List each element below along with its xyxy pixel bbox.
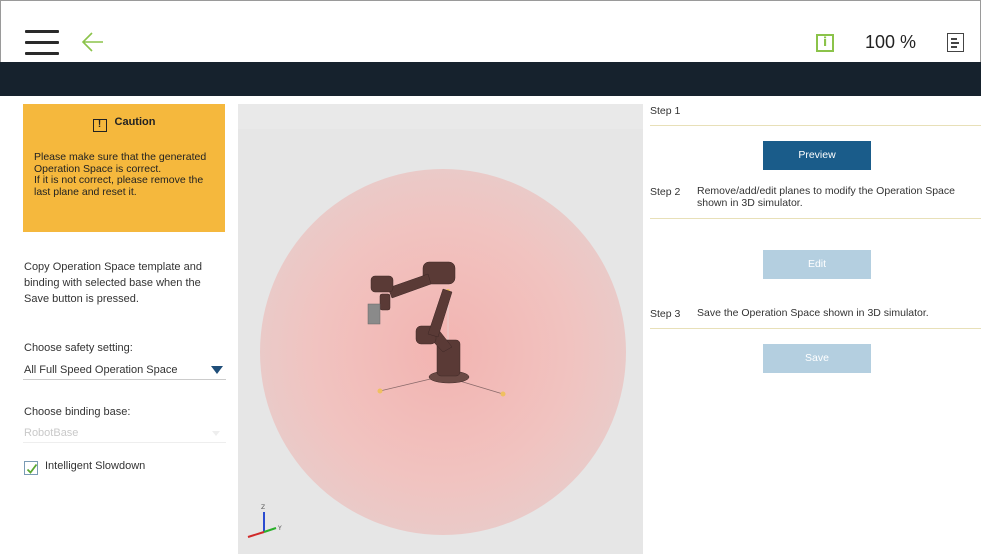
binding-base-value: RobotBase xyxy=(24,427,79,439)
checkmark-icon xyxy=(26,463,38,474)
info-icon[interactable] xyxy=(816,34,834,52)
step-3-description: Save the Operation Space shown in 3D sim… xyxy=(697,307,929,319)
hamburger-menu-icon[interactable] xyxy=(25,30,59,56)
divider xyxy=(650,218,981,219)
copy-template-text: Copy Operation Space template and bindin… xyxy=(24,261,202,305)
step-2-description: Remove/add/edit planes to modify the Ope… xyxy=(697,185,955,209)
zoom-level: 100 % xyxy=(865,32,917,52)
title-bar xyxy=(0,62,981,96)
dropdown-arrow-icon xyxy=(211,366,223,374)
top-bar: 100 % xyxy=(0,0,981,62)
intelligent-slowdown-label: Intelligent Slowdown xyxy=(45,460,146,472)
save-button[interactable]: Save xyxy=(763,344,871,373)
caution-message-text: Please make sure that the generated Oper… xyxy=(34,151,207,198)
step-2-label: Step 2 xyxy=(650,186,681,198)
document-icon[interactable] xyxy=(947,33,964,52)
exclamation-icon: ! xyxy=(92,119,107,132)
step-3-label: Step 3 xyxy=(650,308,681,320)
caution-title: Caution xyxy=(114,116,156,128)
3d-simulator-view[interactable]: Z Y xyxy=(238,104,643,554)
simulator-scene: Z Y xyxy=(238,104,643,554)
caution-box: ! Caution Please make sure that the gener… xyxy=(23,104,225,232)
preview-button[interactable]: Preview xyxy=(763,141,871,170)
svg-text:Y: Y xyxy=(277,525,282,532)
intelligent-slowdown-checkbox[interactable] xyxy=(24,461,38,475)
safety-setting-value: All Full Speed Operation Space xyxy=(24,364,178,376)
back-arrow-icon[interactable] xyxy=(81,29,105,55)
safety-setting-dropdown[interactable]: All Full Speed Operation Space xyxy=(23,360,226,380)
divider xyxy=(650,328,981,329)
step-1-label: Step 1 xyxy=(650,105,681,117)
dropdown-arrow-icon xyxy=(212,431,220,436)
edit-button[interactable]: Edit xyxy=(763,250,871,279)
caution-header: ! Caution xyxy=(23,116,225,132)
caution-message: Please make sure that the generated Oper… xyxy=(34,151,220,198)
binding-base-label: Choose binding base: xyxy=(24,406,131,418)
safety-setting-label: Choose safety setting: xyxy=(24,342,133,354)
svg-text:Z: Z xyxy=(261,504,265,511)
divider xyxy=(650,125,981,126)
binding-base-dropdown[interactable]: RobotBase xyxy=(23,423,226,443)
